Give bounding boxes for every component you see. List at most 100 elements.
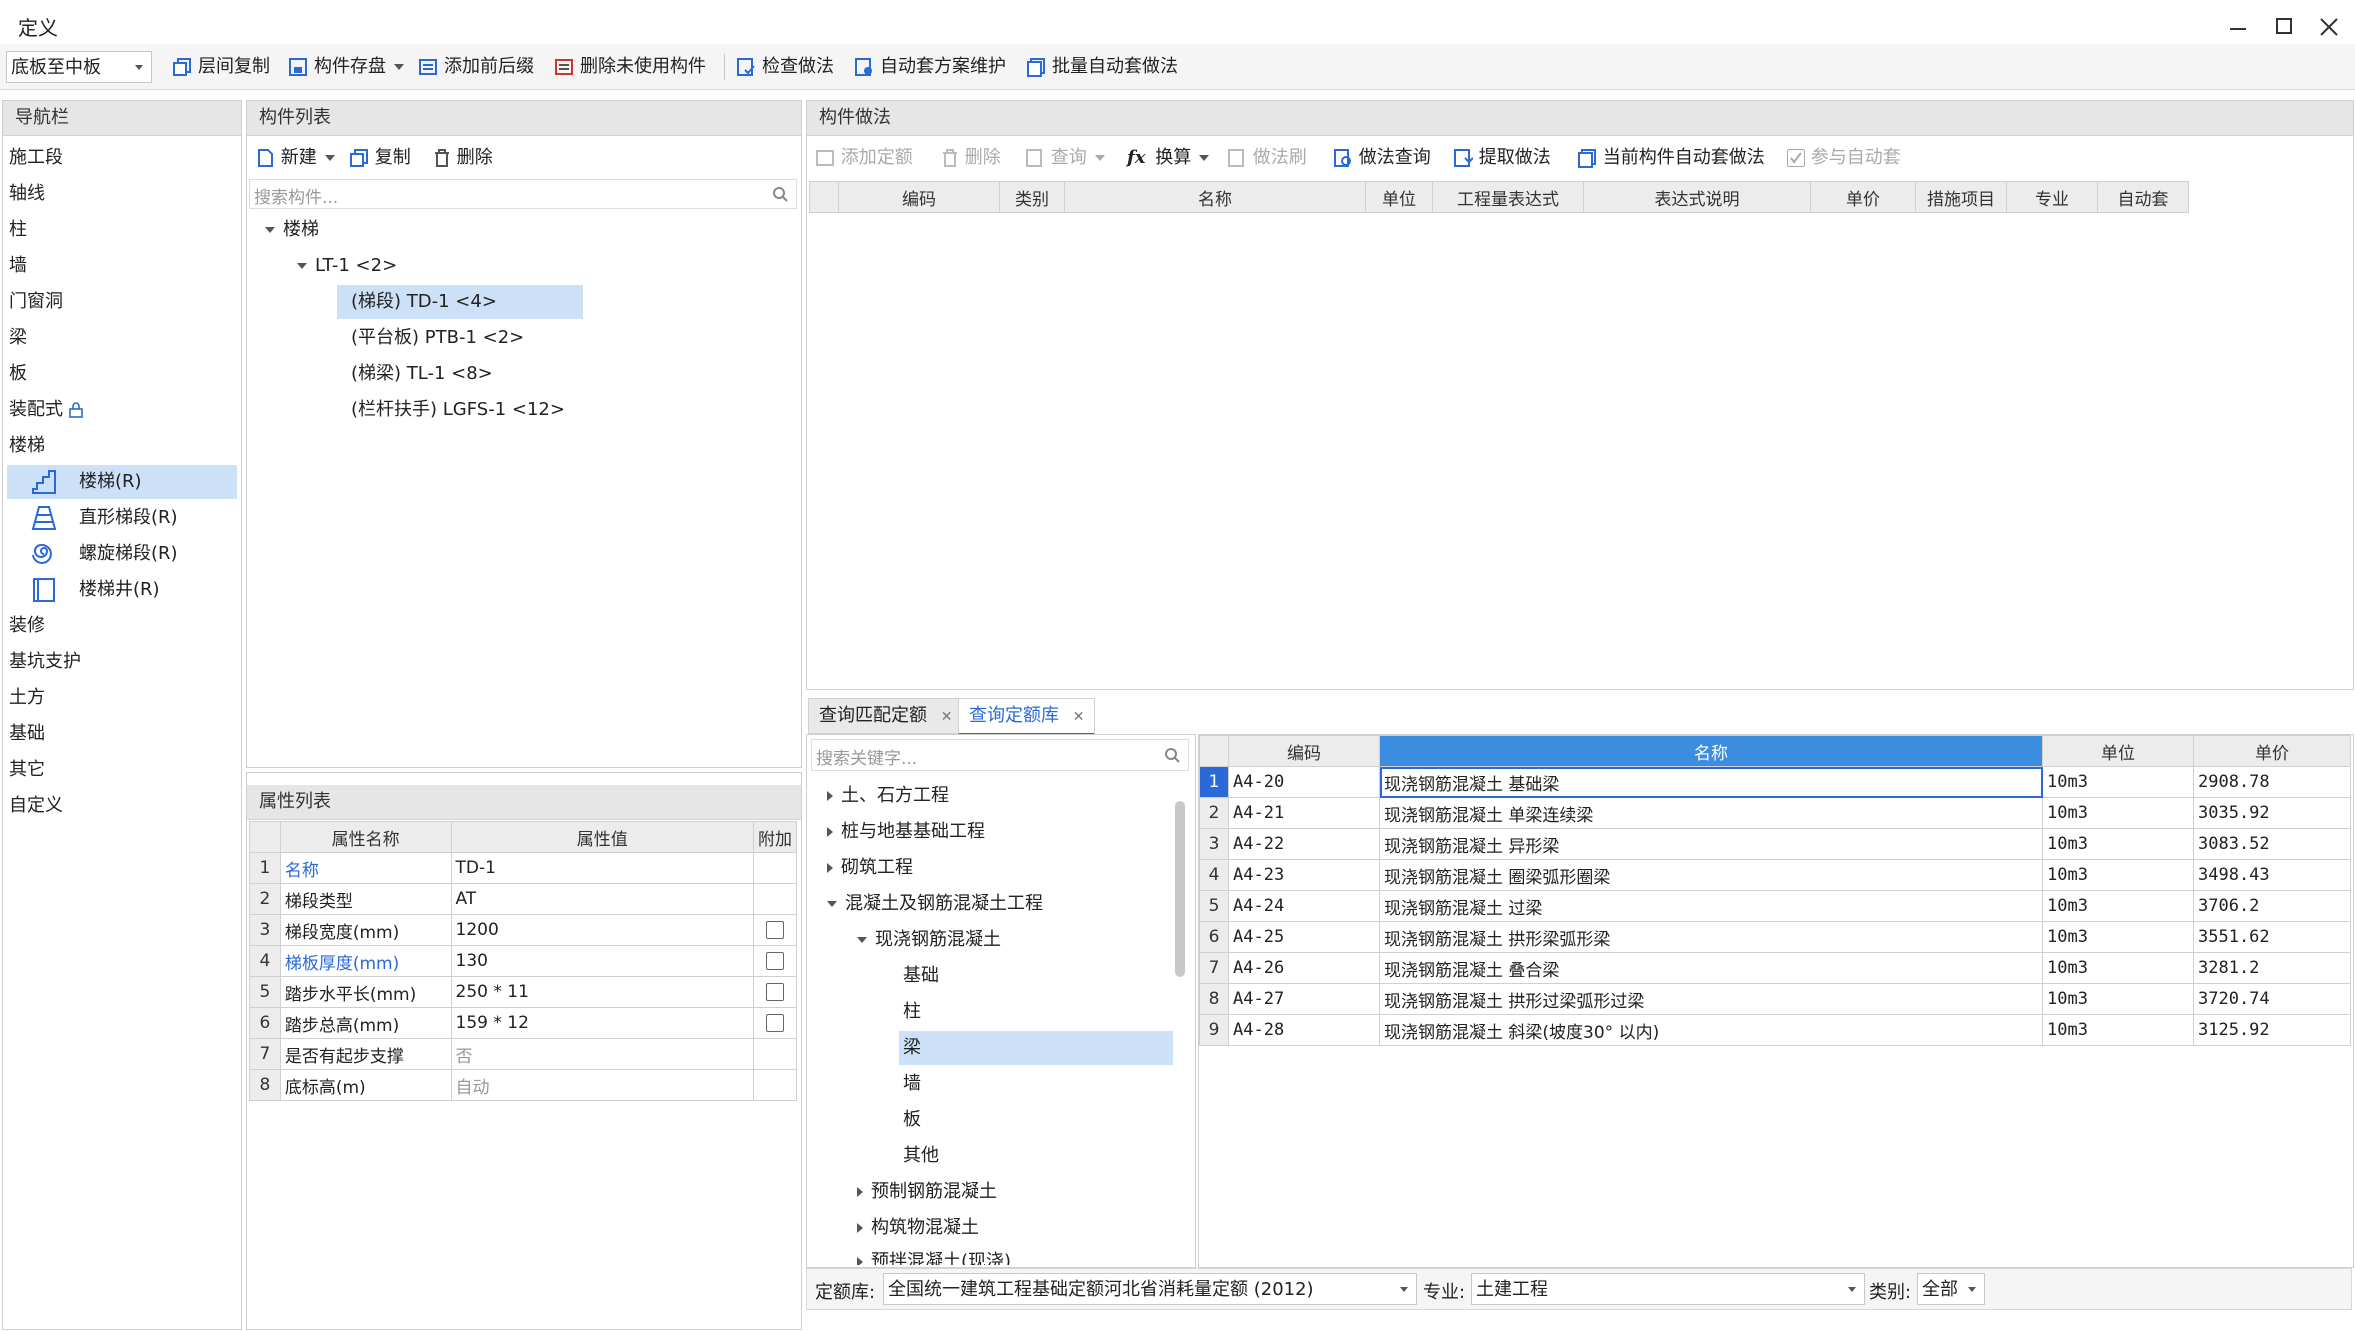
nav-item-pit-support[interactable]: 基坑支护 xyxy=(9,645,81,679)
tree-node-masonry[interactable]: 砌筑工程 xyxy=(827,851,913,885)
nav-item-foundation[interactable]: 基础 xyxy=(9,717,45,751)
nav-item-finish[interactable]: 装修 xyxy=(9,609,45,643)
nav-item-stair[interactable]: 楼梯 xyxy=(9,429,45,463)
component-search-box[interactable]: 搜索构件... xyxy=(249,179,797,209)
spiral-flight-icon xyxy=(32,543,52,564)
tree-scrollbar[interactable] xyxy=(1175,801,1185,977)
category-select[interactable]: 全部 xyxy=(1917,1273,1985,1305)
tree-node-precast[interactable]: 预制钢筋混凝土 xyxy=(857,1175,997,1209)
delete-unused-button[interactable]: 删除未使用构件 xyxy=(554,50,706,84)
tree-leaf-foundation[interactable]: 基础 xyxy=(903,959,939,993)
table-row[interactable]: 8 A4-27 现浇钢筋混凝土 拱形过梁弧形过梁 10m3 3720.74 xyxy=(1199,983,2351,1015)
row-number-header xyxy=(1199,735,1229,767)
minimize-icon[interactable] xyxy=(2230,28,2246,30)
tab-query-match[interactable]: 查询匹配定额 ✕ xyxy=(808,698,964,734)
query-button[interactable]: 查询 xyxy=(1025,143,1113,173)
check-method-button[interactable]: 检查做法 xyxy=(736,50,834,84)
nav-item-earthwork[interactable]: 土方 xyxy=(9,681,45,715)
nav-sub-stair[interactable]: 楼梯(R) xyxy=(7,465,237,499)
add-prefix-button[interactable]: 添加前后缀 xyxy=(418,50,534,84)
table-row[interactable]: 5 A4-24 现浇钢筋混凝土 过梁 10m3 3706.2 xyxy=(1199,890,2351,922)
table-row[interactable]: 3 A4-22 现浇钢筋混凝土 异形梁 10m3 3083.52 xyxy=(1199,828,2351,860)
table-row[interactable]: 4 A4-23 现浇钢筋混凝土 圈梁弧形圈梁 10m3 3498.43 xyxy=(1199,859,2351,891)
tree-node-ready-mix[interactable]: 预拌混凝土(现浇) xyxy=(857,1247,1011,1265)
table-row[interactable]: 8 底标高(m) 自动 xyxy=(249,1069,797,1101)
method-panel: 构件做法 添加定额 删除 查询 fx 换算 做法刷 做法查询 提取做法 当前构件… xyxy=(806,100,2354,690)
nav-item-section[interactable]: 施工段 xyxy=(9,141,63,175)
tree-node-lt1[interactable]: LT-1 <2> xyxy=(297,249,397,283)
search-icon xyxy=(773,187,788,202)
delete-method-button[interactable]: 删除 xyxy=(941,143,1001,173)
floor-select[interactable]: 底板至中板 xyxy=(6,51,152,83)
nav-item-opening[interactable]: 门窗洞 xyxy=(9,285,63,319)
trash-icon xyxy=(435,149,449,167)
convert-button[interactable]: fx 换算 xyxy=(1127,143,1217,173)
new-component-button[interactable]: 新建 xyxy=(255,143,343,173)
close-icon[interactable]: ✕ xyxy=(941,709,953,725)
nav-item-column[interactable]: 柱 xyxy=(9,213,27,247)
nav-item-custom[interactable]: 自定义 xyxy=(9,789,63,823)
table-row[interactable]: 2 梯段类型 AT xyxy=(249,883,797,915)
extra-checkbox[interactable] xyxy=(766,983,784,1001)
tree-leaf-beam[interactable]: 梁 xyxy=(899,1031,1173,1065)
maximize-icon[interactable] xyxy=(2276,18,2292,34)
nav-sub-stairwell[interactable]: 楼梯井(R) xyxy=(7,573,237,607)
tree-node-cast-in-place[interactable]: 现浇钢筋混凝土 xyxy=(857,923,1001,957)
join-auto-checkbox[interactable]: 参与自动套 xyxy=(1787,143,1901,173)
table-row[interactable]: 7 A4-26 现浇钢筋混凝土 叠合梁 10m3 3281.2 xyxy=(1199,952,2351,984)
nav-item-wall[interactable]: 墙 xyxy=(9,249,27,283)
nav-item-slab[interactable]: 板 xyxy=(9,357,27,391)
extra-checkbox[interactable] xyxy=(766,921,784,939)
nav-sub-straight-flight[interactable]: 直形梯段(R) xyxy=(7,501,237,535)
table-row[interactable]: 2 A4-21 现浇钢筋混凝土 单梁连续梁 10m3 3035.92 xyxy=(1199,797,2351,829)
close-icon[interactable] xyxy=(2320,18,2338,36)
quota-search-box[interactable]: 搜索关键字... xyxy=(811,739,1189,771)
nav-item-beam[interactable]: 梁 xyxy=(9,321,27,355)
nav-item-axis[interactable]: 轴线 xyxy=(9,177,45,211)
table-row[interactable]: 5 踏步水平长(mm) 250 * 11 xyxy=(249,976,797,1008)
tree-leaf-column[interactable]: 柱 xyxy=(903,995,921,1029)
extract-method-button[interactable]: 提取做法 xyxy=(1453,143,1551,173)
quota-lib-select[interactable]: 全国统一建筑工程基础定额河北省消耗量定额 (2012) xyxy=(883,1273,1417,1305)
tree-leaf-other[interactable]: 其他 xyxy=(903,1139,939,1173)
copy-floor-button[interactable]: 层间复制 xyxy=(172,50,270,84)
nav-sub-spiral-flight[interactable]: 螺旋梯段(R) xyxy=(7,537,237,571)
expression-desc-header: 表达式说明 xyxy=(1583,181,1811,213)
tree-node-td1[interactable]: (梯段) TD-1 <4> xyxy=(337,285,583,319)
tree-node-tl1[interactable]: (梯梁) TL-1 <8> xyxy=(351,357,493,391)
table-row[interactable]: 9 A4-28 现浇钢筋混凝土 斜梁(坡度30° 以内) 10m3 3125.9… xyxy=(1199,1014,2351,1046)
tree-node-structure-concrete[interactable]: 构筑物混凝土 xyxy=(857,1211,979,1245)
extra-checkbox[interactable] xyxy=(766,1014,784,1032)
delete-component-button[interactable]: 删除 xyxy=(433,143,493,173)
tab-query-library[interactable]: 查询定额库 ✕ xyxy=(958,698,1096,735)
table-row[interactable]: 6 A4-25 现浇钢筋混凝土 拱形梁弧形梁 10m3 3551.62 xyxy=(1199,921,2351,953)
tree-node-pile[interactable]: 桩与地基基础工程 xyxy=(827,815,985,849)
add-quota-button[interactable]: 添加定额 xyxy=(815,143,913,173)
tree-node-lgfs1[interactable]: (栏杆扶手) LGFS-1 <12> xyxy=(351,393,565,427)
method-query-button[interactable]: 做法查询 xyxy=(1333,143,1431,173)
tree-node-stair[interactable]: 楼梯 xyxy=(265,213,319,247)
tree-node-ptb1[interactable]: (平台板) PTB-1 <2> xyxy=(351,321,524,355)
copy-component-button[interactable]: 复制 xyxy=(349,143,411,173)
batch-auto-button[interactable]: 批量自动套做法 xyxy=(1026,50,1178,84)
specialty-select[interactable]: 土建工程 xyxy=(1471,1273,1865,1305)
tree-leaf-slab[interactable]: 板 xyxy=(903,1103,921,1137)
extra-checkbox[interactable] xyxy=(766,952,784,970)
table-row[interactable]: 3 梯段宽度(mm) 1200 xyxy=(249,914,797,946)
tree-node-earthwork[interactable]: 土、石方工程 xyxy=(827,779,949,813)
method-brush-button[interactable]: 做法刷 xyxy=(1227,143,1307,173)
tree-node-concrete[interactable]: 混凝土及钢筋混凝土工程 xyxy=(827,887,1043,921)
table-row[interactable]: 1 名称 TD-1 xyxy=(249,852,797,884)
nav-item-prefab[interactable]: 装配式 xyxy=(9,393,83,427)
table-row[interactable]: 7 是否有起步支撑 否 xyxy=(249,1038,797,1070)
table-row[interactable]: 6 踏步总高(mm) 159 * 12 xyxy=(249,1007,797,1039)
tree-leaf-wall[interactable]: 墙 xyxy=(903,1067,921,1101)
nav-item-other[interactable]: 其它 xyxy=(9,753,45,787)
save-component-button[interactable]: 构件存盘 xyxy=(288,50,412,84)
close-icon[interactable]: ✕ xyxy=(1073,709,1085,725)
quota-tree-panel: 搜索关键字... 土、石方工程 桩与地基基础工程 砌筑工程 混凝土及钢筋混凝土工… xyxy=(806,734,1196,1268)
table-row[interactable]: 1 A4-20 现浇钢筋混凝土 基础梁 10m3 2908.78 xyxy=(1199,766,2351,798)
auto-scheme-button[interactable]: 自动套方案维护 xyxy=(854,50,1006,84)
current-auto-method-button[interactable]: 当前构件自动套做法 xyxy=(1577,143,1765,173)
table-row[interactable]: 4 梯板厚度(mm) 130 xyxy=(249,945,797,977)
